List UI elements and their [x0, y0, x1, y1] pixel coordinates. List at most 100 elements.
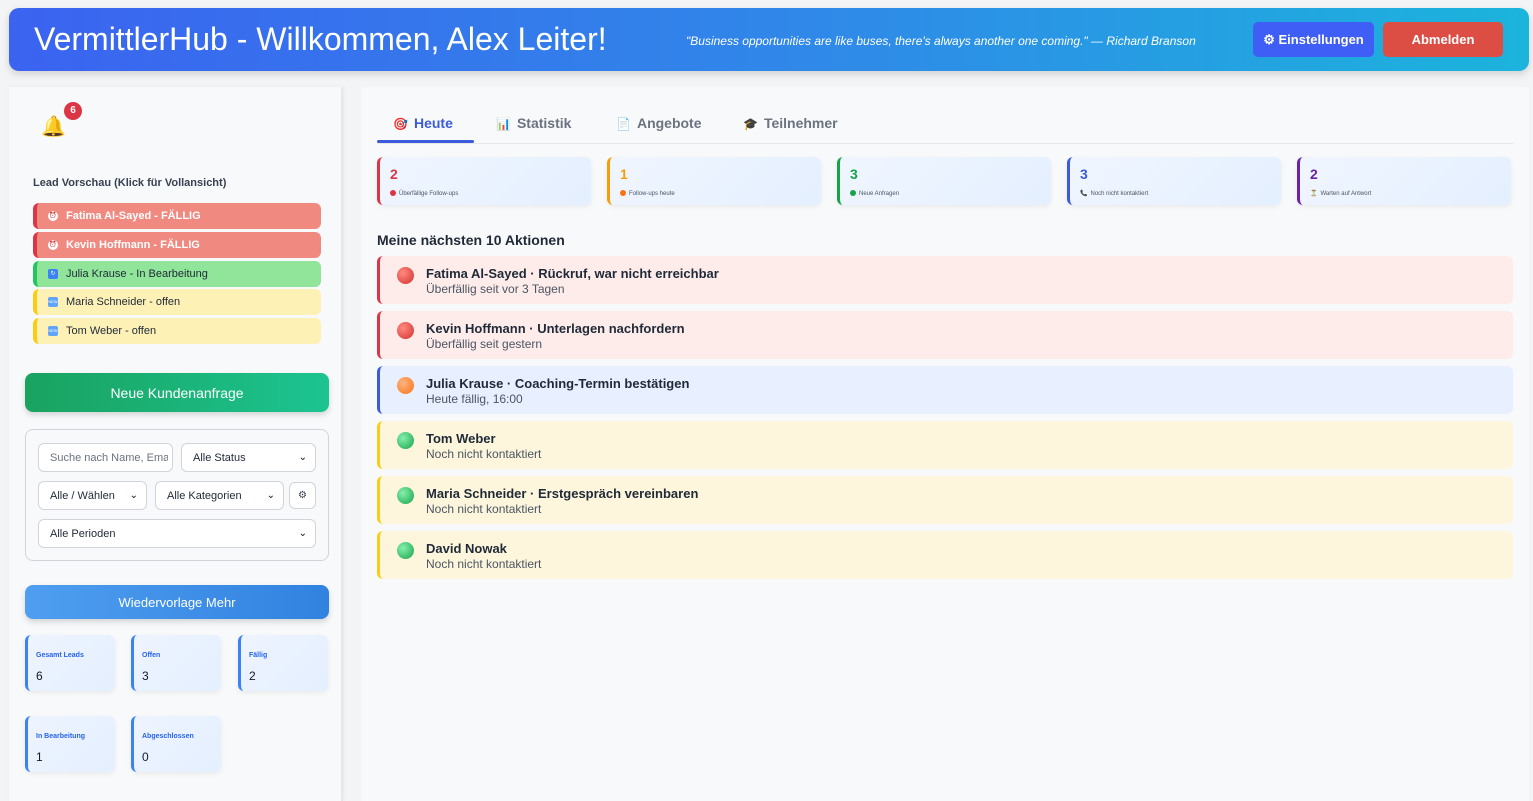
action-item[interactable]: Kevin Hoffmann · Unterlagen nachfordern …: [377, 311, 1513, 359]
tab-label: Heute: [413, 115, 453, 131]
red-dot-icon: [390, 190, 396, 196]
kpi-value: 3: [850, 166, 858, 182]
page-title: VermittlerHub - Willkommen, Alex Leiter!: [34, 21, 607, 57]
tab-bar: 🎯 Heute 📊 Statistik 📄 Angebote 🎓 Teilnehmer: [377, 107, 1513, 144]
red-status-icon: [397, 322, 414, 339]
lead-preview-item[interactable]: NEW Tom Weber - offen: [33, 318, 321, 345]
status-select-value: Alle Status: [193, 451, 246, 464]
action-title: Julia Krause · Coaching-Termin bestätige…: [426, 376, 690, 391]
selection-select-value: Alle / Wählen: [50, 489, 115, 502]
stat-value: 0: [142, 750, 149, 764]
kpi-label-row: Follow-ups heute: [620, 190, 675, 197]
lead-preview-label: Kevin Hoffmann - FÄLLIG: [66, 238, 200, 251]
kpi-label-row: Neue Anfragen: [850, 190, 899, 197]
category-select-value: Alle Kategorien: [167, 489, 242, 502]
chevron-down-icon: ⌄: [298, 452, 307, 463]
kpi-label: Noch nicht kontaktiert: [1090, 191, 1149, 197]
action-subtitle: Noch nicht kontaktiert: [426, 502, 542, 516]
gear-icon[interactable]: ⚙: [289, 482, 316, 509]
stat-card-due: Fällig 2: [238, 635, 328, 691]
kpi-not-contacted[interactable]: 3 📞 Noch nicht kontaktiert: [1067, 157, 1281, 205]
bar-chart-icon: 📊: [496, 117, 511, 131]
action-title: David Nowak: [426, 541, 507, 556]
tab-label: Angebote: [636, 115, 702, 131]
kpi-followups-today[interactable]: 1 Follow-ups heute: [607, 157, 821, 205]
kpi-label-row: 📞 Noch nicht kontaktiert: [1080, 190, 1148, 197]
lead-preview-list: ⏰ Fatima Al-Sayed - FÄLLIG ⏰ Kevin Hoffm…: [33, 203, 321, 347]
kpi-value: 3: [1080, 166, 1088, 182]
orange-dot-icon: [620, 190, 626, 196]
kpi-label: Überfällige Follow-ups: [399, 191, 459, 197]
stat-label: Gesamt Leads: [36, 652, 84, 659]
alarm-clock-icon: ⏰: [48, 239, 58, 250]
stat-card-in-progress: In Bearbeitung 1: [25, 716, 115, 772]
kpi-label-row: ⏳ Warten auf Antwort: [1310, 190, 1371, 197]
resubmission-more-button[interactable]: Wiedervorlage Mehr: [25, 585, 329, 619]
sidebar: 🔔 6 Lead Vorschau (Klick für Vollansicht…: [9, 87, 343, 801]
actions-title: Meine nächsten 10 Aktionen: [377, 232, 565, 248]
kpi-value: 2: [1310, 166, 1318, 182]
graduation-cap-icon: 🎓: [743, 117, 758, 131]
kpi-label: Neue Anfragen: [859, 191, 900, 197]
action-item[interactable]: Fatima Al-Sayed · Rückruf, war nicht err…: [377, 256, 1513, 304]
notification-badge: 6: [64, 102, 82, 120]
logout-button[interactable]: Abmelden: [1383, 22, 1503, 57]
lead-preview-item[interactable]: ⏰ Kevin Hoffmann - FÄLLIG: [33, 231, 321, 258]
stat-card-open: Offen 3: [131, 635, 221, 691]
new-badge-icon: NEW: [48, 297, 58, 308]
action-item[interactable]: Julia Krause · Coaching-Termin bestätige…: [377, 366, 1513, 414]
lead-preview-label: Maria Schneider - offen: [66, 296, 181, 309]
kpi-overdue-followups[interactable]: 2 Überfällige Follow-ups: [377, 157, 591, 205]
selection-select[interactable]: Alle / Wählen ⌄: [38, 481, 147, 510]
stat-label: Abgeschlossen: [142, 733, 194, 740]
stat-card-completed: Abgeschlossen 0: [131, 716, 221, 772]
kpi-value: 1: [620, 166, 628, 182]
settings-button[interactable]: ⚙ Einstellungen: [1253, 22, 1374, 57]
lead-preview-title: Lead Vorschau (Klick für Vollansicht): [33, 177, 227, 189]
target-icon: 🎯: [393, 117, 408, 131]
bell-icon[interactable]: 🔔: [41, 114, 66, 139]
kpi-value: 2: [390, 166, 398, 182]
kpi-new-requests[interactable]: 3 Neue Anfragen: [837, 157, 1051, 205]
green-dot-icon: [850, 190, 856, 196]
tab-teilnehmer[interactable]: 🎓 Teilnehmer: [743, 115, 838, 144]
status-select[interactable]: Alle Status ⌄: [181, 443, 316, 472]
lead-preview-item[interactable]: NEW Maria Schneider - offen: [33, 289, 321, 316]
category-select[interactable]: Alle Kategorien ⌄: [155, 481, 284, 510]
tab-statistik[interactable]: 📊 Statistik: [496, 115, 571, 144]
action-title: Kevin Hoffmann · Unterlagen nachfordern: [426, 321, 685, 336]
chevron-down-icon: ⌄: [129, 490, 138, 501]
stat-label: Offen: [142, 652, 161, 659]
lead-preview-item[interactable]: ↻ Julia Krause - In Bearbeitung: [33, 260, 321, 287]
orange-status-icon: [397, 377, 414, 394]
action-item[interactable]: Tom Weber Noch nicht kontaktiert: [377, 421, 1513, 469]
tab-angebote[interactable]: 📄 Angebote: [616, 115, 702, 144]
stat-value: 6: [36, 669, 43, 683]
lead-preview-item[interactable]: ⏰ Fatima Al-Sayed - FÄLLIG: [33, 203, 321, 229]
chevron-down-icon: ⌄: [298, 528, 307, 539]
search-placeholder: Suche nach Name, Email: [50, 451, 168, 464]
period-select-value: Alle Perioden: [50, 527, 116, 540]
kpi-label: Follow-ups heute: [629, 191, 675, 197]
stat-value: 3: [142, 669, 149, 683]
action-title: Fatima Al-Sayed · Rückruf, war nicht err…: [426, 266, 719, 281]
kpi-label-row: Überfällige Follow-ups: [390, 190, 458, 197]
kpi-label: Warten auf Antwort: [1320, 191, 1372, 197]
lead-preview-label: Tom Weber - offen: [66, 325, 157, 338]
search-input[interactable]: Suche nach Name, Email: [38, 443, 173, 472]
new-customer-request-button[interactable]: Neue Kundenanfrage: [25, 373, 329, 412]
tab-label: Teilnehmer: [763, 115, 838, 131]
period-select[interactable]: Alle Perioden ⌄: [38, 519, 316, 548]
stat-label: In Bearbeitung: [36, 733, 86, 740]
kpi-awaiting-reply[interactable]: 2 ⏳ Warten auf Antwort: [1297, 157, 1511, 205]
action-item[interactable]: Maria Schneider · Erstgespräch vereinbar…: [377, 476, 1513, 524]
header-quote: "Business opportunities are like buses, …: [686, 34, 1196, 48]
action-subtitle: Heute fällig, 16:00: [426, 392, 523, 406]
lead-preview-label: Julia Krause - In Bearbeitung: [66, 267, 208, 280]
action-item[interactable]: David Nowak Noch nicht kontaktiert: [377, 531, 1513, 579]
action-title: Maria Schneider · Erstgespräch vereinbar…: [426, 486, 699, 501]
stat-value: 2: [249, 669, 256, 683]
stat-card-total-leads: Gesamt Leads 6: [25, 635, 115, 691]
green-status-icon: [397, 487, 414, 504]
app-header: VermittlerHub - Willkommen, Alex Leiter!…: [9, 8, 1529, 71]
